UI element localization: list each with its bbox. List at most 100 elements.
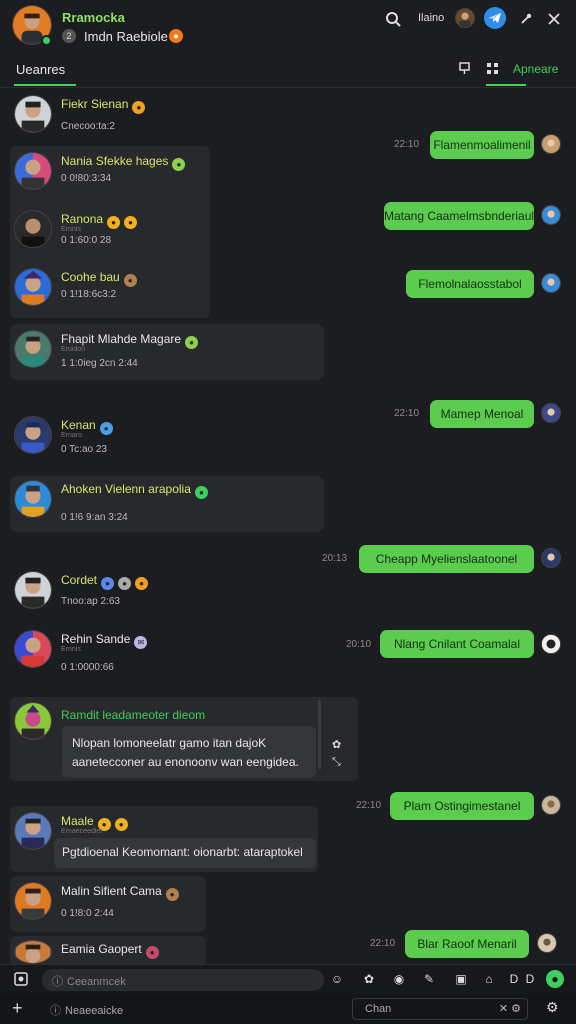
message-text: Nlopan lomoneelatr gamo itan dajoK aanet… bbox=[62, 726, 316, 778]
header: Rramocka 2 Imdn Raebiole ● Ilaino bbox=[0, 0, 576, 52]
voice-record-icon[interactable]: ● bbox=[546, 970, 564, 988]
message-meta: 0 1!18:6c3:2 bbox=[61, 289, 117, 300]
filter-icon[interactable] bbox=[458, 62, 471, 78]
emoji-icon: ● bbox=[118, 577, 132, 590]
tab-messages[interactable]: Ueanres bbox=[16, 62, 65, 77]
tab-right-indicator bbox=[486, 84, 526, 86]
scrollbar[interactable] bbox=[318, 700, 321, 770]
document-icon[interactable]: D bbox=[521, 970, 539, 988]
message-time: 22:10 bbox=[370, 938, 396, 949]
avatar[interactable] bbox=[14, 571, 52, 609]
avatar[interactable] bbox=[14, 95, 52, 133]
avatar[interactable] bbox=[14, 940, 52, 964]
gif-icon[interactable]: ◉ bbox=[390, 970, 408, 988]
avatar[interactable] bbox=[14, 268, 52, 306]
close-icon[interactable] bbox=[543, 8, 565, 30]
emoji-icon: ● bbox=[123, 274, 137, 287]
outgoing-bubble[interactable]: Nlang Cnilant Coamalal bbox=[380, 630, 534, 658]
outgoing-bubble[interactable]: Cheapp Myelienslaatoonel bbox=[359, 545, 534, 573]
outgoing-bubble[interactable]: Flemolnalaosstabol bbox=[406, 270, 534, 298]
avatar[interactable] bbox=[541, 205, 561, 225]
collapse-icon[interactable]: ✿ bbox=[332, 738, 341, 751]
attach-icon[interactable] bbox=[12, 970, 30, 988]
emoji-icon: ● bbox=[101, 577, 115, 590]
message-time: 20:10 bbox=[346, 639, 372, 650]
fire-badge-icon: ● bbox=[169, 29, 183, 43]
expand-icon[interactable]: ⤡ bbox=[332, 756, 341, 769]
emoji-icon: ● bbox=[172, 158, 186, 171]
sticker-icon[interactable]: ✿ bbox=[360, 970, 378, 988]
message-meta: Tnoo:ap 2:63 bbox=[61, 596, 120, 607]
sender-name: Ramdit leadameoter dieom bbox=[61, 708, 206, 722]
tab-apneare[interactable]: Apneare bbox=[513, 62, 558, 76]
sub-label: Ernnis bbox=[61, 646, 81, 653]
sub-label: Eruidon bbox=[61, 346, 86, 353]
pin-icon[interactable] bbox=[515, 8, 537, 30]
info-icon[interactable]: 2 bbox=[62, 29, 76, 43]
message-meta: 0 0!80:3:34 bbox=[61, 173, 112, 184]
telegram-icon[interactable] bbox=[484, 7, 506, 29]
image-icon[interactable]: ▣ bbox=[452, 970, 470, 988]
outgoing-bubble[interactable]: Matang Caamelmsbnderiaul bbox=[384, 202, 534, 230]
avatar[interactable] bbox=[14, 702, 52, 740]
avatar[interactable] bbox=[14, 152, 52, 190]
avatar[interactable] bbox=[541, 273, 561, 293]
emoji-icon: ● bbox=[145, 946, 159, 959]
member-avatar[interactable] bbox=[455, 8, 475, 28]
chat-field-label: Chan bbox=[365, 1003, 392, 1015]
tab-active-indicator bbox=[14, 84, 76, 86]
search-icon[interactable] bbox=[382, 8, 404, 30]
chat-subtitle: Imdn Raebiole bbox=[84, 29, 168, 44]
avatar[interactable] bbox=[14, 330, 52, 368]
avatar[interactable] bbox=[14, 812, 52, 850]
message-time: 22:10 bbox=[356, 800, 382, 811]
outgoing-bubble[interactable]: Flamenmoalimenil bbox=[430, 131, 534, 159]
message-input[interactable]: ⓘ Ceeanmcek bbox=[42, 969, 324, 991]
avatar[interactable] bbox=[541, 634, 561, 654]
outgoing-bubble[interactable]: Plam Ostingimestanel bbox=[390, 792, 534, 820]
sender-name: Eamia Gaopert ● bbox=[61, 942, 159, 959]
settings-icon[interactable]: ⚙ bbox=[546, 999, 559, 1016]
message-meta: Cnecoo:ta:2 bbox=[61, 121, 115, 132]
emoji-icon: ● bbox=[135, 577, 149, 590]
info-icon: ⓘ bbox=[50, 1005, 61, 1017]
emoji-icon: ● bbox=[132, 101, 146, 114]
tab-bar: Ueanres Apneare bbox=[0, 52, 576, 88]
emoji-icon: ● bbox=[99, 422, 113, 435]
message-time: 22:10 bbox=[394, 139, 420, 150]
avatar[interactable] bbox=[14, 882, 52, 920]
sender-name: Nania Sfekke hages ● bbox=[61, 154, 186, 171]
info-icon: ⓘ bbox=[52, 976, 63, 988]
avatar[interactable] bbox=[541, 403, 561, 423]
search-field[interactable]: ⓘ Neaeeaicke bbox=[42, 999, 322, 1019]
avatar[interactable] bbox=[14, 630, 52, 668]
avatar[interactable] bbox=[14, 480, 52, 518]
message-time: 20:13 bbox=[322, 553, 348, 564]
close-icon[interactable]: ✕ ⚙ bbox=[499, 1002, 521, 1015]
emoji-icon: ● bbox=[124, 216, 138, 229]
message-meta: 0 1!6 9:an 3:24 bbox=[61, 512, 128, 523]
sub-label: Ernaro bbox=[61, 432, 83, 439]
avatar[interactable] bbox=[14, 210, 52, 248]
avatar[interactable] bbox=[541, 548, 561, 568]
outgoing-bubble[interactable]: Mamep Menoal bbox=[430, 400, 534, 428]
emoji-icon: ● bbox=[185, 336, 199, 349]
avatar[interactable] bbox=[537, 933, 557, 953]
home-icon[interactable]: ⌂ bbox=[480, 970, 498, 988]
avatar[interactable] bbox=[14, 416, 52, 454]
message-meta: 0 Tc:ao 23 bbox=[61, 444, 107, 455]
avatar[interactable] bbox=[541, 134, 561, 154]
emoji-picker-icon[interactable]: ☺ bbox=[328, 970, 346, 988]
pen-icon[interactable]: ✎ bbox=[420, 970, 438, 988]
chat-field[interactable]: Chan ✕ ⚙ bbox=[352, 998, 528, 1020]
add-icon[interactable]: + bbox=[12, 998, 23, 1019]
message-input-placeholder: Ceeanmcek bbox=[67, 976, 126, 988]
outgoing-bubble[interactable]: Blar Raoof Menaril bbox=[405, 930, 529, 958]
emoji-icon: ● bbox=[165, 888, 179, 901]
search-field-placeholder: Neaeeaicke bbox=[65, 1005, 124, 1017]
emoji-icon: ● bbox=[107, 216, 121, 229]
grid-icon[interactable] bbox=[486, 62, 499, 78]
avatar[interactable] bbox=[541, 795, 561, 815]
sender-name: Cordet ● ● ● bbox=[61, 573, 149, 590]
chat-window: Rramocka 2 Imdn Raebiole ● Ilaino Ueanre… bbox=[0, 0, 576, 1024]
